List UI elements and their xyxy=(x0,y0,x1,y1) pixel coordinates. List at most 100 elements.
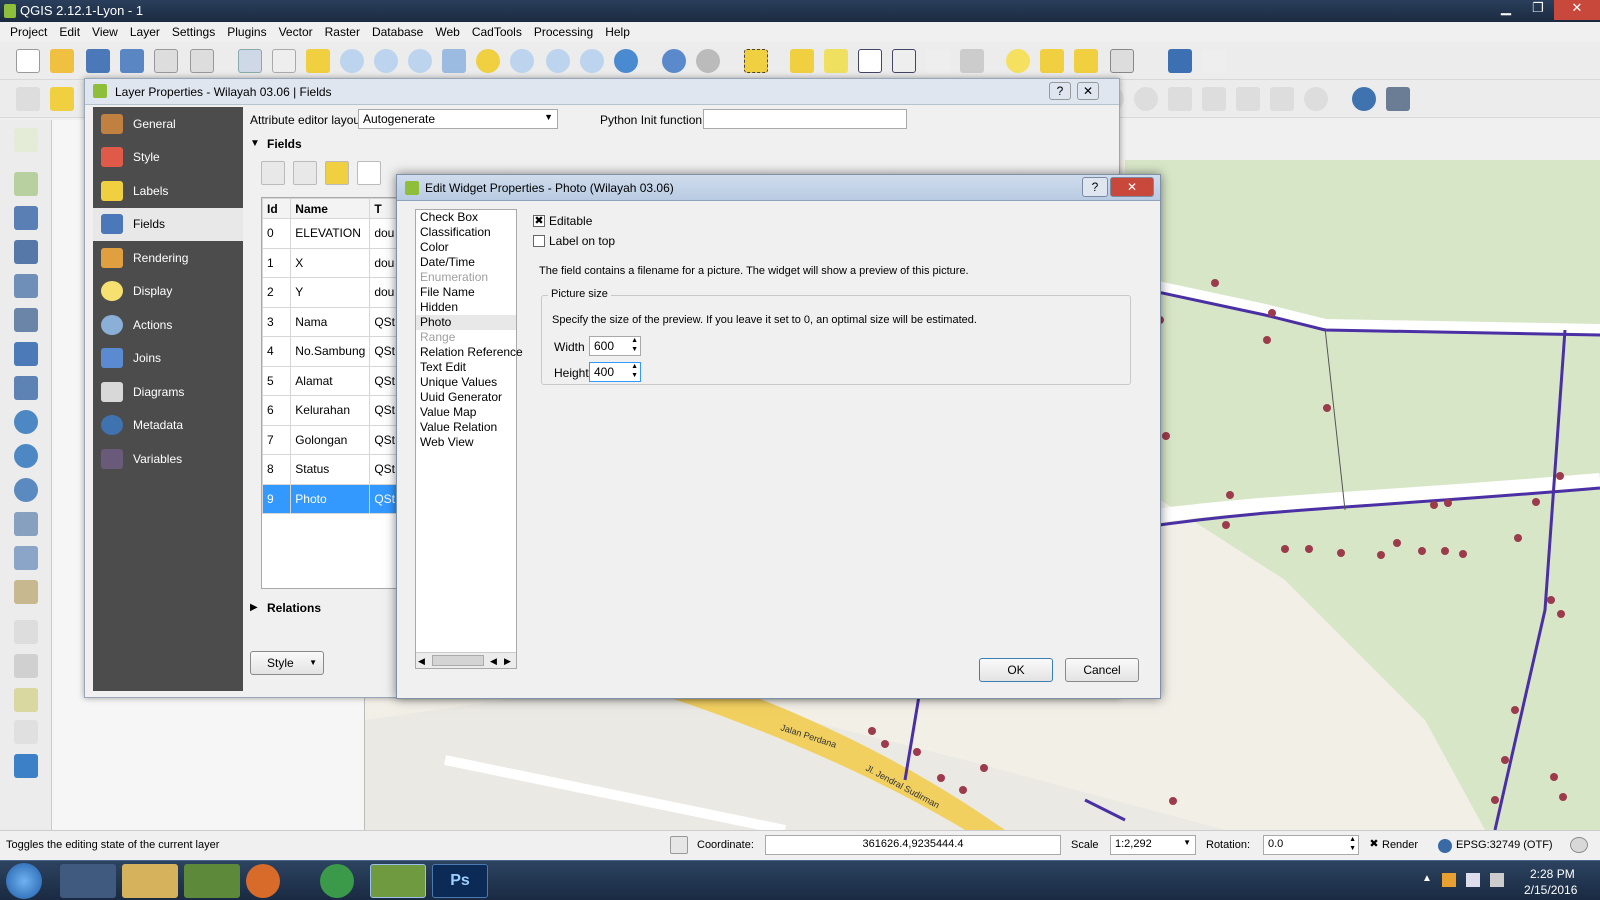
layer-properties-help-button[interactable]: ? xyxy=(1049,82,1071,100)
add-wfs-layer-icon[interactable] xyxy=(14,478,38,502)
table-row[interactable]: 4 No.Sambung QSt xyxy=(262,336,400,367)
menu-help[interactable]: Help xyxy=(599,22,636,42)
scroll-left-icon[interactable]: ◀ xyxy=(418,654,425,669)
edit-widget-close-button[interactable]: ✕ xyxy=(1110,177,1154,197)
sidebar-item-fields[interactable]: Fields xyxy=(93,207,243,241)
widget-item-date-time[interactable]: Date/Time xyxy=(416,255,516,270)
sidebar-item-diagrams[interactable]: Diagrams xyxy=(93,375,243,409)
relations-expand-icon[interactable]: ▶ xyxy=(250,602,258,613)
add-vector-layer-icon[interactable] xyxy=(14,172,38,196)
new-project-icon[interactable] xyxy=(16,49,40,73)
node-tool-icon[interactable] xyxy=(14,128,38,152)
sidebar-item-general[interactable]: General xyxy=(93,107,243,141)
add-spatialite-layer-icon[interactable] xyxy=(14,274,38,298)
widget-item-color[interactable]: Color xyxy=(416,240,516,255)
taskbar-firefox-icon[interactable] xyxy=(246,864,280,898)
render-checkbox[interactable]: ✖ xyxy=(1368,839,1380,851)
zoom-full-icon[interactable] xyxy=(442,49,466,73)
add-delimited-text-icon[interactable] xyxy=(14,512,38,536)
menu-view[interactable]: View xyxy=(86,22,124,42)
add-mssql-layer-icon[interactable] xyxy=(14,308,38,332)
cancel-button[interactable]: Cancel xyxy=(1065,658,1139,682)
crs-label[interactable]: EPSG:32749 (OTF) xyxy=(1456,839,1553,851)
edit-widget-help-button[interactable]: ? xyxy=(1082,177,1108,197)
table-row-selected[interactable]: 9 Photo QSt xyxy=(262,483,400,514)
add-oracle-layer-icon[interactable] xyxy=(14,342,38,366)
tray-action-center-icon[interactable] xyxy=(1466,873,1480,887)
zoom-native-icon[interactable] xyxy=(408,49,432,73)
width-spinbox[interactable]: 600 ▲ ▼ xyxy=(589,336,641,356)
merge-icon[interactable] xyxy=(1202,87,1226,111)
whats-this-icon[interactable] xyxy=(1202,49,1226,73)
editor-layout-select[interactable]: Autogenerate ▼ xyxy=(358,109,558,129)
delete-field-icon[interactable] xyxy=(293,161,317,185)
minimize-button[interactable]: ▁ xyxy=(1490,0,1522,20)
field-calculator-icon[interactable] xyxy=(892,49,916,73)
menu-web[interactable]: Web xyxy=(429,22,465,42)
snapping-icon[interactable] xyxy=(14,620,38,644)
add-virtual-layer-icon[interactable] xyxy=(14,546,38,570)
table-row[interactable]: 1 Xdou xyxy=(262,247,400,278)
run-action-icon[interactable] xyxy=(696,49,720,73)
close-button[interactable]: ✕ xyxy=(1554,0,1600,20)
taskbar-chrome-icon[interactable] xyxy=(320,864,354,898)
measure-icon[interactable] xyxy=(960,49,984,73)
current-edits-icon[interactable] xyxy=(16,87,40,111)
zoom-out-icon[interactable] xyxy=(374,49,398,73)
save-as-icon[interactable] xyxy=(120,49,144,73)
start-button-icon[interactable] xyxy=(6,863,42,899)
zoom-selection-icon[interactable] xyxy=(476,49,500,73)
menu-settings[interactable]: Settings xyxy=(166,22,221,42)
composer-manager-icon[interactable] xyxy=(190,49,214,73)
table-row[interactable]: 5 Alamat QSt xyxy=(262,365,400,396)
col-name[interactable]: Name xyxy=(290,198,371,219)
scroll-left-icon[interactable]: ◀ xyxy=(490,654,497,669)
menu-layer[interactable]: Layer xyxy=(124,22,166,42)
map-canvas-icon[interactable] xyxy=(14,754,38,778)
fill-ring-icon[interactable] xyxy=(1236,87,1260,111)
select-features-icon[interactable] xyxy=(744,49,768,73)
rotate-icon[interactable] xyxy=(1304,87,1328,111)
text-annotation-icon[interactable] xyxy=(1110,49,1134,73)
coordinate-field[interactable]: 361626.4,9235444.4 xyxy=(765,835,1061,855)
tray-show-hidden-icon[interactable]: ▲ xyxy=(1422,873,1432,884)
taskbar-qgis-icon[interactable] xyxy=(370,864,426,898)
spin-arrows-icon[interactable]: ▲ ▼ xyxy=(631,362,638,380)
offset-curve-icon[interactable] xyxy=(1270,87,1294,111)
menu-database[interactable]: Database xyxy=(366,22,429,42)
sidebar-item-style[interactable]: Style xyxy=(93,141,243,175)
expression-select-icon[interactable] xyxy=(824,49,848,73)
statistics-icon[interactable] xyxy=(926,49,950,73)
table-row[interactable]: 2 Ydou xyxy=(262,277,400,308)
table-row[interactable]: 3 Nama QSt xyxy=(262,306,400,337)
map-tips-icon[interactable] xyxy=(1006,49,1030,73)
taskbar-media-player-icon[interactable] xyxy=(60,864,116,898)
editable-checkbox[interactable]: ✖ xyxy=(533,215,545,227)
help-icon[interactable] xyxy=(1168,49,1192,73)
col-id[interactable]: Id xyxy=(262,198,292,219)
new-field-icon[interactable] xyxy=(261,161,285,185)
deselect-icon[interactable] xyxy=(790,49,814,73)
widget-item-relation-reference[interactable]: Relation Reference xyxy=(416,345,523,360)
maximize-button[interactable]: ❐ xyxy=(1522,0,1554,20)
refresh-icon[interactable] xyxy=(614,49,638,73)
taskbar-explorer-icon[interactable] xyxy=(122,864,178,898)
clock-date[interactable]: 2/15/2016 xyxy=(1524,883,1577,897)
python-console-icon[interactable] xyxy=(1352,87,1376,111)
spin-arrows-icon[interactable]: ▲ ▼ xyxy=(1349,835,1356,853)
vector-tool-icon[interactable] xyxy=(14,720,38,744)
spin-arrows-icon[interactable]: ▲ ▼ xyxy=(631,336,638,354)
tray-network-icon[interactable] xyxy=(1442,873,1456,887)
add-raster-layer-icon[interactable] xyxy=(14,206,38,230)
table-row[interactable]: 6 Kelurahan QSt xyxy=(262,395,400,426)
sidebar-item-actions[interactable]: Actions xyxy=(93,308,243,342)
add-db2-layer-icon[interactable] xyxy=(14,376,38,400)
sidebar-item-labels[interactable]: Labels xyxy=(93,174,243,208)
open-project-icon[interactable] xyxy=(50,49,74,73)
zoom-in-icon[interactable] xyxy=(340,49,364,73)
scroll-thumb[interactable] xyxy=(432,655,484,666)
python-init-input[interactable] xyxy=(703,109,907,129)
menu-project[interactable]: Project xyxy=(4,22,53,42)
style-button[interactable]: Style ▼ xyxy=(250,651,324,675)
messages-icon[interactable] xyxy=(1570,837,1588,853)
